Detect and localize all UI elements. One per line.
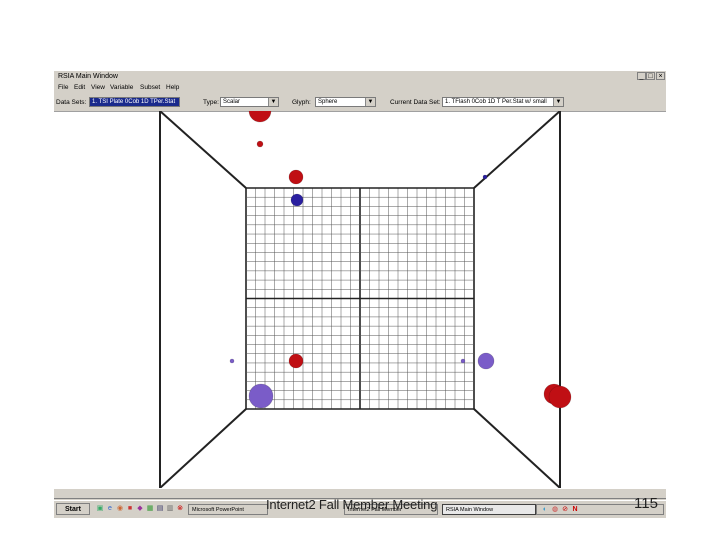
sphere-glyph-purple[interactable] — [248, 383, 274, 409]
stop-icon[interactable]: ⊗ — [176, 505, 184, 513]
maximize-button[interactable]: □ — [646, 72, 655, 80]
desktop-icon[interactable]: ▣ — [96, 505, 104, 513]
bottom-left-diagonal — [159, 408, 247, 488]
bottom-right-diagonal — [473, 408, 561, 488]
app-icon[interactable]: ■ — [126, 505, 134, 513]
outlook-icon[interactable]: ◉ — [116, 505, 124, 513]
visualization-viewport[interactable] — [54, 111, 666, 488]
current-data-set-select[interactable]: 1. TFlash 0Cob 1D T Per.Stat w/ small ▼ — [442, 97, 564, 107]
glyph-value: Sphere — [318, 99, 338, 105]
menu-subset[interactable]: Subset — [140, 82, 160, 94]
type-value: Scalar — [223, 99, 241, 105]
menu-variable[interactable]: Variable — [110, 82, 133, 94]
slide-footer: Internet2 Fall Member Meeting — [266, 497, 438, 512]
close-button[interactable]: × — [656, 72, 665, 80]
sphere-glyph-red[interactable] — [548, 385, 572, 409]
data-sets-label: Data Sets: — [56, 99, 87, 106]
network-icon[interactable]: ◐ — [541, 506, 549, 514]
security-icon[interactable]: ⊘ — [561, 506, 569, 514]
sphere-glyph-purple[interactable] — [229, 358, 235, 364]
glyph-label: Glyph: — [292, 99, 311, 106]
chevron-down-icon[interactable]: ▼ — [268, 98, 278, 106]
menu-bar: File Edit View Variable Subset Help — [54, 82, 666, 94]
sound-icon[interactable]: ◍ — [551, 506, 559, 514]
toolbar: Data Sets: 1. TSI Plate 0Cob 1D TPer.Sta… — [54, 94, 666, 112]
data-glyphs — [229, 111, 572, 409]
word-icon[interactable]: ▤ — [156, 505, 164, 513]
start-label: Start — [65, 506, 81, 513]
glyph-select[interactable]: Sphere ▼ — [315, 97, 376, 107]
taskbar-button-powerpoint[interactable]: Microsoft PowerPoint — [188, 504, 268, 515]
current-data-set-value: 1. TFlash 0Cob 1D T Per.Stat w/ small — [445, 99, 547, 105]
top-left-diagonal — [159, 111, 247, 189]
sphere-glyph-blue[interactable] — [290, 193, 304, 207]
title-bar[interactable]: RSIA Main Window _ □ × — [54, 71, 666, 82]
menu-view[interactable]: View — [91, 82, 105, 94]
sphere-glyph-purple[interactable] — [460, 358, 466, 364]
type-label: Type: — [203, 99, 219, 106]
sphere-glyph-red[interactable] — [288, 353, 304, 369]
media-icon[interactable]: ◆ — [136, 505, 144, 513]
norton-icon[interactable]: N — [571, 506, 579, 514]
excel-icon[interactable]: ▦ — [146, 505, 154, 513]
back-wall-grid — [245, 187, 475, 410]
data-sets-select[interactable]: 1. TSI Plate 0Cob 1D TPer.Stat — [89, 97, 180, 107]
sphere-glyph-blue[interactable] — [482, 174, 488, 180]
menu-help[interactable]: Help — [166, 82, 179, 94]
tool-icon[interactable]: ▥ — [166, 505, 174, 513]
sphere-glyph-red[interactable] — [288, 169, 304, 185]
type-select[interactable]: Scalar ▼ — [220, 97, 279, 107]
start-button[interactable]: Start — [56, 503, 90, 515]
menu-edit[interactable]: Edit — [74, 82, 85, 94]
data-sets-value: 1. TSI Plate 0Cob 1D TPer.Stat — [92, 99, 176, 105]
window-title: RSIA Main Window — [58, 73, 118, 80]
chevron-down-icon[interactable]: ▼ — [365, 98, 375, 106]
menu-file[interactable]: File — [58, 82, 68, 94]
chevron-down-icon[interactable]: ▼ — [553, 98, 563, 106]
sphere-glyph-red[interactable] — [256, 140, 264, 148]
sphere-glyph-red[interactable] — [248, 111, 272, 123]
taskbar-button-label: Microsoft PowerPoint — [192, 507, 244, 513]
sphere-glyph-purple[interactable] — [477, 352, 495, 370]
current-data-set-label: Current Data Set: — [390, 99, 441, 106]
taskbar-button-label: RSIA Main Window — [446, 507, 494, 513]
minimize-button[interactable]: _ — [637, 72, 646, 80]
ie-icon[interactable]: e — [106, 505, 114, 513]
slide-number: 115 — [634, 495, 658, 512]
taskbar-button-rsia[interactable]: RSIA Main Window — [442, 504, 536, 515]
